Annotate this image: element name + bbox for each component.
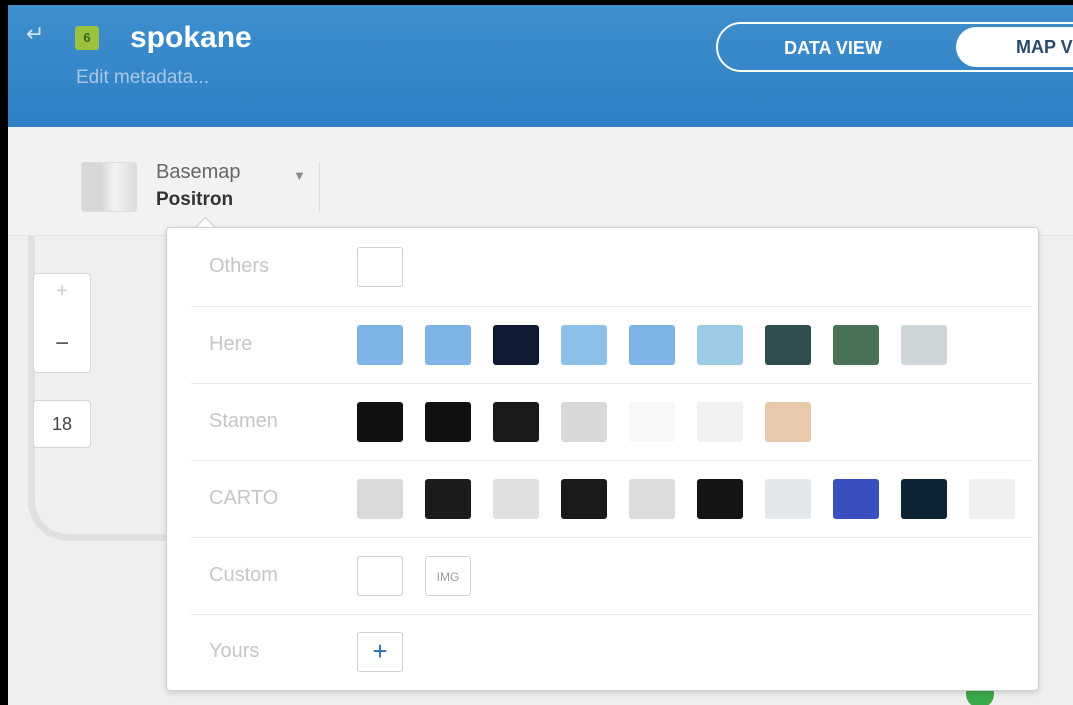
basemap-swatch[interactable] [833,324,879,365]
basemap-swatch-empty[interactable] [357,247,403,287]
basemap-swatch[interactable] [765,401,811,442]
row-label: Stamen [209,409,278,432]
header: ↵ 6 spokane Edit metadata... DATA VIEW M… [8,5,1073,127]
basemap-swatch[interactable] [765,478,811,519]
basemap-swatch[interactable] [425,324,471,365]
basemap-swatch[interactable] [493,478,539,519]
basemap-panel: Others Here Stamen CARTO Custom IMG Yours + [166,227,1039,691]
back-arrow-icon[interactable]: ↵ [26,23,44,45]
tab-data-view[interactable]: DATA VIEW [748,38,918,59]
row-label: Yours [209,640,260,662]
zoom-control: + − [33,273,91,373]
row-label: CARTO [209,486,279,509]
tab-map-view[interactable]: MAP V [956,27,1073,67]
basemap-row-custom: Custom IMG [191,537,1033,615]
basemap-swatch[interactable] [561,401,607,442]
custom-image-button[interactable]: IMG [425,555,471,596]
dataset-title: spokane [130,21,252,54]
zoom-out-button[interactable]: − [34,330,90,358]
basemap-swatch[interactable] [629,401,675,442]
basemap-value[interactable]: Positron [156,189,233,211]
basemap-swatch[interactable] [357,478,403,519]
edit-metadata-link[interactable]: Edit metadata... [76,67,209,89]
basemap-swatch[interactable] [493,324,539,365]
basemap-swatch[interactable] [561,324,607,365]
basemap-thumbnail[interactable] [81,162,137,212]
basemap-row-yours: Yours + [191,614,1033,690]
basemap-swatch[interactable] [357,401,403,442]
basemap-swatch[interactable] [969,478,1015,519]
basemap-swatch[interactable] [493,401,539,442]
basemap-row-carto: CARTO [191,460,1033,538]
basemap-swatch[interactable] [629,324,675,365]
basemap-row-others: Others [191,228,1033,307]
basemap-row-stamen: Stamen [191,383,1033,461]
caret-down-icon[interactable]: ▼ [293,168,306,183]
basemap-swatch[interactable] [697,324,743,365]
basemap-label[interactable]: Basemap [156,161,241,184]
zoom-level: 18 [33,400,91,448]
basemap-row-here: Here [191,306,1033,384]
view-toggle: DATA VIEW MAP V [716,22,1073,72]
app-frame: ↵ 6 spokane Edit metadata... DATA VIEW M… [8,5,1073,705]
divider [319,162,320,212]
basemap-swatch[interactable] [833,478,879,519]
basemap-swatch[interactable] [765,324,811,365]
basemap-swatch-empty[interactable] [357,555,403,596]
zoom-in-button[interactable]: + [34,280,90,303]
basemap-swatch[interactable] [425,478,471,519]
row-label: Here [209,332,253,355]
row-label: Custom [209,563,278,586]
basemap-swatch[interactable] [697,478,743,519]
row-label: Others [209,255,270,277]
basemap-swatch[interactable] [901,478,947,519]
basemap-swatch[interactable] [697,401,743,442]
basemap-swatch[interactable] [561,478,607,519]
basemap-swatch[interactable] [357,324,403,365]
basemap-swatch[interactable] [901,324,947,365]
privacy-badge[interactable]: 6 [75,26,99,50]
add-basemap-button[interactable]: + [357,632,403,672]
basemap-swatch[interactable] [425,401,471,442]
basemap-swatch[interactable] [629,478,675,519]
